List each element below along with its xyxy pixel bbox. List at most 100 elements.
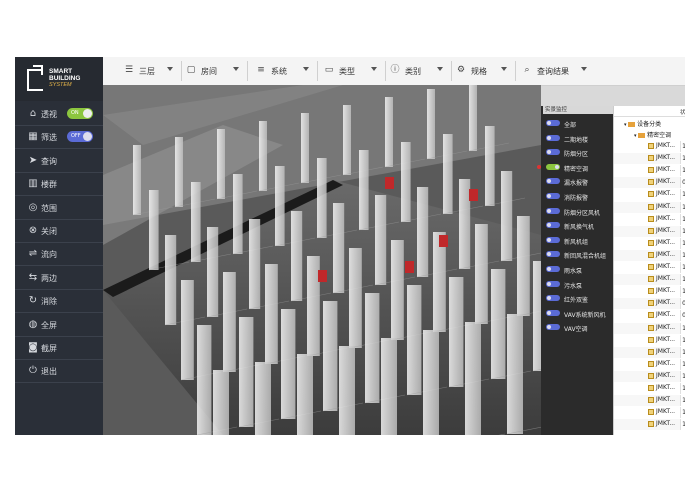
structural-column — [197, 325, 212, 435]
device-row[interactable]: JMKT... 1 — [614, 249, 685, 261]
device-name: JMKT... — [656, 287, 676, 295]
device-row[interactable]: JMKT... 1 — [614, 213, 685, 225]
sidebar-item-3[interactable]: ▥ 楼群 — [15, 172, 103, 197]
device-icon — [648, 421, 654, 428]
sidebar-item-1[interactable]: ▦ 筛选 OFF — [15, 125, 103, 150]
ac-unit-marker[interactable] — [405, 261, 414, 273]
device-row[interactable]: JMKT... 1 — [614, 370, 685, 382]
monitor-toggle[interactable] — [546, 134, 560, 141]
sidebar-item-4[interactable]: ◎ 范围 — [15, 196, 103, 220]
toolbar-dropdown-0[interactable]: ☰ 三层 — [123, 57, 179, 85]
device-row[interactable]: JMKT... 1 — [614, 225, 685, 237]
monitor-toggle[interactable] — [546, 149, 560, 156]
monitor-item[interactable]: VAV空调 — [541, 320, 613, 334]
device-row[interactable]: JMKT... 1 — [614, 407, 685, 419]
device-row[interactable]: JMKT... 1 — [614, 262, 685, 273]
monitor-item[interactable]: 精密空调 — [537, 160, 613, 174]
monitor-toggle[interactable] — [546, 120, 560, 126]
monitor-toggle[interactable] — [546, 222, 560, 229]
room-icon: ▢ — [186, 65, 196, 75]
sidebar-toggle[interactable]: ON — [67, 108, 93, 119]
device-icon — [648, 143, 654, 149]
tree-category-node[interactable]: ▾ 精密空调 — [634, 130, 671, 139]
status-column-header: 状 — [680, 110, 685, 116]
device-row[interactable]: JMKT... 0 — [614, 310, 685, 322]
brand-logo: SMART BUILDING SYSTEM — [15, 57, 103, 101]
ac-unit-marker[interactable] — [385, 177, 394, 189]
device-row[interactable]: JMKT... 1 — [614, 141, 685, 152]
device-row[interactable]: JMKT... 0 — [614, 177, 685, 189]
monitor-item[interactable]: 新回风混合机组 — [541, 247, 613, 261]
monitor-item[interactable]: 雨水泵 — [541, 262, 613, 276]
toolbar-dropdown-6[interactable]: ⌕ 查询结果 — [521, 57, 593, 85]
monitor-toggle[interactable] — [546, 309, 560, 316]
device-row[interactable]: JMKT... 1 — [614, 286, 685, 298]
monitor-toggle[interactable] — [546, 295, 560, 302]
device-row[interactable]: JMKT... 1 — [614, 201, 685, 213]
device-status: 1 — [680, 165, 685, 177]
device-row[interactable]: JMKT... 1 — [614, 237, 685, 249]
device-row[interactable]: JMKT... 1 — [614, 274, 685, 286]
structural-column — [317, 158, 327, 238]
toolbar-dropdown-3[interactable]: ▭ 类型 — [323, 57, 383, 85]
monitor-toggle[interactable] — [546, 193, 560, 199]
device-row[interactable]: JMKT... 1 — [614, 189, 685, 201]
sidebar-item-8[interactable]: ↻ 消除 — [15, 289, 103, 314]
device-row[interactable]: JMKT... 1 — [614, 383, 685, 394]
sidebar-item-5[interactable]: ⊗ 关闭 — [15, 219, 103, 243]
monitor-item[interactable]: 漏水报警 — [541, 174, 613, 188]
monitor-item[interactable]: VAV系统新风机 — [541, 306, 613, 320]
monitor-toggle[interactable] — [546, 266, 560, 272]
ac-unit-marker[interactable] — [318, 270, 327, 282]
sidebar-item-0[interactable]: ⌂ 透视 ON — [15, 102, 103, 126]
monitor-toggle[interactable] — [546, 324, 560, 331]
monitor-item[interactable]: 全部 — [541, 116, 613, 130]
toolbar-dropdown-2[interactable]: ≡ 系统 — [255, 57, 315, 85]
device-row[interactable]: JMKT... 1 — [614, 346, 685, 358]
device-row[interactable]: JMKT... 1 — [614, 358, 685, 370]
sidebar-item-10[interactable]: ◙ 截屏 — [15, 336, 103, 360]
structural-column — [401, 142, 411, 222]
structural-column — [191, 182, 201, 262]
monitor-toggle[interactable] — [546, 280, 560, 287]
toolbar-dropdown-4[interactable]: ⓘ 类别 — [389, 57, 449, 85]
device-name: JMKT... — [656, 408, 676, 416]
device-row[interactable]: JMKT... 1 — [614, 165, 685, 177]
monitor-toggle[interactable] — [546, 251, 560, 258]
tree-root-node[interactable]: ▾ 设备分类 — [624, 119, 661, 128]
sidebar-toggle[interactable]: OFF — [67, 131, 93, 143]
monitor-toggle[interactable] — [546, 236, 560, 243]
monitor-item[interactable]: 污水泵 — [541, 277, 613, 291]
monitor-item[interactable]: 红外双鉴 — [541, 291, 613, 305]
device-row[interactable]: JMKT... 1 — [614, 153, 685, 165]
device-row[interactable]: JMKT... 1 — [614, 395, 685, 407]
brand-line1: SMART — [49, 68, 73, 75]
monitor-toggle[interactable] — [546, 207, 560, 214]
monitor-toggle[interactable] — [546, 178, 560, 185]
monitor-toggle[interactable] — [546, 163, 560, 170]
structural-column — [423, 330, 439, 435]
monitor-item[interactable]: 二期地楼 — [541, 131, 613, 145]
toolbar-divider — [181, 61, 182, 81]
device-row[interactable]: JMKT... 1 — [614, 334, 685, 346]
monitor-item[interactable]: 消防报警 — [541, 189, 613, 203]
ac-unit-marker[interactable] — [439, 235, 448, 247]
ac-unit-marker[interactable] — [469, 189, 478, 201]
toolbar-dropdown-5[interactable]: ⚙ 规格 — [455, 57, 513, 85]
toolbar-dropdown-1[interactable]: ▢ 房间 — [185, 57, 245, 85]
monitor-item[interactable]: 新风机组 — [541, 233, 613, 247]
device-row[interactable]: JMKT... 1 — [614, 419, 685, 431]
sidebar-item-2[interactable]: ➤ 查询 — [15, 149, 103, 173]
device-row[interactable]: JMKT... 1 — [614, 322, 685, 334]
folder-icon — [628, 122, 636, 127]
sidebar-item-9[interactable]: ◍ 全屏 — [15, 313, 103, 337]
device-row[interactable]: JMKT... 0 — [614, 298, 685, 310]
monitor-item[interactable]: 防烟分区 — [541, 145, 613, 159]
building-3d-view[interactable] — [103, 85, 541, 435]
monitor-item[interactable]: 新风换气机 — [541, 218, 613, 232]
building-3d-render[interactable] — [103, 85, 541, 435]
sidebar-item-7[interactable]: ⇆ 两边 — [15, 266, 103, 290]
monitor-item[interactable]: 防烟分区风机 — [541, 204, 613, 218]
sidebar-item-11[interactable]: ⏻ 退出 — [15, 359, 103, 384]
sidebar-item-6[interactable]: ⇌ 流向 — [15, 242, 103, 267]
